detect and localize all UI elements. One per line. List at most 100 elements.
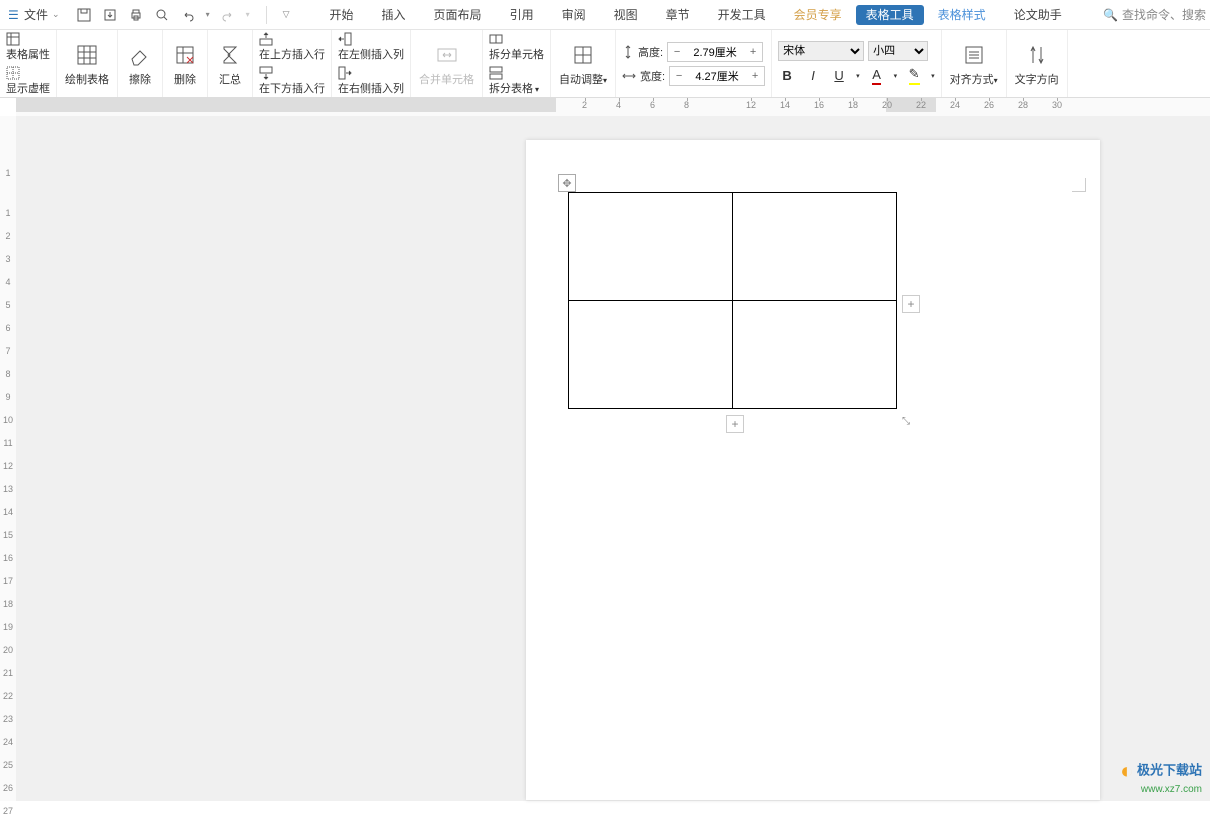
sum-button[interactable]: 汇总	[208, 30, 253, 97]
align-button[interactable]: 对齐方式▾	[942, 30, 1007, 97]
tab-member[interactable]: 会员专享	[780, 0, 856, 29]
table-move-handle[interactable]: ✥	[558, 174, 576, 192]
tab-review[interactable]: 审阅	[548, 0, 600, 29]
table-props-button[interactable]: 表格属性	[6, 32, 50, 62]
hamburger-icon	[8, 8, 20, 22]
tab-page-layout[interactable]: 页面布局	[420, 0, 496, 29]
show-grid-icon	[6, 66, 50, 80]
italic-button[interactable]: I	[804, 67, 822, 85]
quick-access-toolbar: ▾ ▾ ▽	[68, 6, 298, 24]
add-column-button[interactable]: +	[902, 295, 920, 313]
width-icon	[622, 70, 636, 82]
text-dir-button[interactable]: 文字方向	[1007, 30, 1068, 97]
highlight-button[interactable]: ✎	[905, 67, 923, 85]
height-spinner[interactable]: − +	[667, 42, 763, 62]
table-row[interactable]	[569, 301, 897, 409]
watermark: ◐ 极光下载站 www.xz7.com	[1120, 758, 1202, 795]
table-props-icon	[6, 32, 50, 46]
merge-cells-icon	[433, 41, 461, 69]
table-cell[interactable]	[733, 301, 897, 409]
tab-start[interactable]: 开始	[316, 0, 368, 29]
width-decrease[interactable]: −	[670, 67, 688, 85]
chevron-down-icon[interactable]: ▾	[894, 72, 898, 80]
height-input[interactable]	[686, 43, 744, 61]
chevron-down-icon[interactable]: ▾	[856, 72, 860, 80]
chevron-down-icon: ▾	[535, 85, 539, 94]
underline-button[interactable]: U	[830, 67, 848, 85]
table-cell[interactable]	[733, 193, 897, 301]
page: ✥ + + ⤡	[526, 140, 1100, 800]
tab-view[interactable]: 视图	[600, 0, 652, 29]
tab-thesis[interactable]: 论文助手	[1000, 0, 1076, 29]
height-decrease[interactable]: −	[668, 43, 686, 61]
insert-below-button[interactable]: 在下方插入行	[259, 66, 325, 96]
insert-below-icon	[259, 66, 325, 80]
table-cell[interactable]	[569, 193, 733, 301]
height-icon	[622, 45, 634, 59]
insert-above-icon	[259, 32, 325, 46]
horizontal-ruler[interactable]: 246812141618202224262830	[16, 98, 1210, 116]
split-table-button[interactable]: 拆分表格▾	[489, 66, 544, 96]
width-label: 宽度:	[640, 68, 665, 84]
insert-left-icon	[338, 32, 404, 46]
tab-devtools[interactable]: 开发工具	[704, 0, 780, 29]
sum-icon	[216, 41, 244, 69]
file-menu[interactable]: 文件 ⌄	[0, 0, 68, 29]
tab-reference[interactable]: 引用	[496, 0, 548, 29]
ribbon-group-font: 宋体 小四 B I U ▾ A ▾ ✎ ▾	[772, 30, 942, 97]
ribbon-group-insert: 在上方插入行 在下方插入行	[253, 30, 332, 97]
qat-more-icon[interactable]: ▽	[283, 9, 290, 20]
undo-icon[interactable]	[180, 7, 196, 23]
autofit-button[interactable]: 自动调整▾	[551, 30, 616, 97]
delete-icon	[171, 41, 199, 69]
height-increase[interactable]: +	[744, 43, 762, 61]
document-canvas[interactable]: ✥ + + ⤡	[16, 116, 1210, 801]
tab-insert[interactable]: 插入	[368, 0, 420, 29]
split-cells-icon	[489, 32, 544, 46]
redo-dropdown-icon[interactable]: ▾	[246, 10, 250, 19]
print-icon[interactable]	[128, 7, 144, 23]
chevron-down-icon: ⌄	[52, 9, 60, 20]
ribbon-tabs: 开始 插入 页面布局 引用 审阅 视图 章节 开发工具 会员专享 表格工具 表格…	[316, 0, 1076, 29]
table-resize-handle[interactable]: ⤡	[902, 416, 914, 428]
file-menu-label: 文件	[24, 6, 48, 23]
width-spinner[interactable]: − +	[669, 66, 765, 86]
logo-icon: ◐	[1120, 758, 1133, 783]
ribbon: 表格属性 显示虚框 绘制表格 擦除 删除 汇总 在上方插入行 在下方插入行 在左…	[0, 30, 1210, 98]
vertical-ruler[interactable]: 1123456789101112131415161718192021222324…	[0, 116, 16, 801]
merge-cells-button: 合并单元格	[411, 30, 483, 97]
add-row-button[interactable]: +	[726, 415, 744, 433]
split-table-icon	[489, 66, 544, 80]
draw-table-button[interactable]: 绘制表格	[57, 30, 118, 97]
insert-left-button[interactable]: 在左侧插入列	[338, 32, 404, 62]
font-size-select[interactable]: 小四	[868, 41, 928, 61]
insert-above-button[interactable]: 在上方插入行	[259, 32, 325, 62]
draw-table-icon	[73, 41, 101, 69]
show-grid-button[interactable]: 显示虚框	[6, 66, 50, 96]
font-color-button[interactable]: A	[868, 67, 886, 85]
insert-right-icon	[338, 66, 404, 80]
ribbon-group-insert-col: 在左侧插入列 在右侧插入列	[332, 30, 411, 97]
redo-icon[interactable]	[220, 7, 236, 23]
tab-table-style[interactable]: 表格样式	[924, 0, 1000, 29]
table-cell[interactable]	[569, 301, 733, 409]
undo-dropdown-icon[interactable]: ▾	[206, 10, 210, 19]
delete-button[interactable]: 删除	[163, 30, 208, 97]
save-icon[interactable]	[76, 7, 92, 23]
width-input[interactable]	[688, 67, 746, 85]
width-increase[interactable]: +	[746, 67, 764, 85]
search-box[interactable]: 查找命令、搜索	[1103, 6, 1210, 23]
document-table[interactable]	[568, 192, 897, 409]
eraser-button[interactable]: 擦除	[118, 30, 163, 97]
chevron-down-icon[interactable]: ▾	[931, 72, 935, 80]
print-preview-icon[interactable]	[154, 7, 170, 23]
margin-corner	[1072, 178, 1086, 192]
table-row[interactable]	[569, 193, 897, 301]
export-icon[interactable]	[102, 7, 118, 23]
split-cells-button[interactable]: 拆分单元格	[489, 32, 544, 62]
bold-button[interactable]: B	[778, 67, 796, 85]
tab-chapter[interactable]: 章节	[652, 0, 704, 29]
font-name-select[interactable]: 宋体	[778, 41, 864, 61]
tab-table-tools[interactable]: 表格工具	[856, 5, 924, 25]
insert-right-button[interactable]: 在右侧插入列	[338, 66, 404, 96]
